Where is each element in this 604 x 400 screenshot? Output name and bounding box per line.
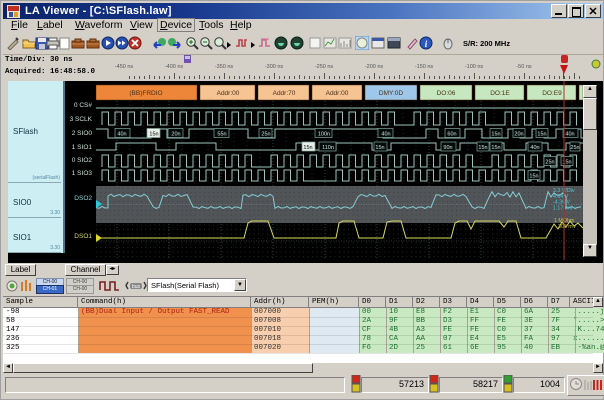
svg-text:15n: 15n — [537, 132, 546, 138]
svg-text:110n: 110n — [322, 145, 334, 151]
svg-text:15n: 15n — [375, 145, 384, 151]
svg-text:20n: 20n — [514, 132, 523, 138]
svg-text:60n: 60n — [447, 132, 456, 138]
svg-text:90n: 90n — [443, 145, 452, 151]
svg-text:55n: 55n — [217, 132, 226, 138]
svg-text:Addr:00: Addr:00 — [326, 90, 349, 97]
svg-text:40n: 40n — [530, 145, 539, 151]
svg-text:306 mV: 306 mV — [558, 224, 577, 230]
svg-text:(BB)FRDIO: (BB)FRDIO — [129, 90, 162, 97]
svg-text:15n: 15n — [478, 145, 487, 151]
svg-text:Addr:70: Addr:70 — [273, 90, 296, 97]
svg-text:40n: 40n — [381, 132, 390, 138]
svg-text:40n: 40n — [565, 132, 574, 138]
svg-text:25n: 25n — [545, 160, 554, 166]
svg-text:DO:1E: DO:1E — [490, 90, 510, 97]
svg-text:1.17 mV: 1.17 mV — [553, 205, 573, 211]
svg-text:15n: 15n — [491, 145, 500, 151]
svg-text:15n: 15n — [149, 132, 158, 138]
svg-text:25n: 25n — [570, 145, 579, 151]
svg-text:20n: 20n — [171, 132, 180, 138]
svg-text:DMY:0D: DMY:0D — [379, 90, 404, 97]
svg-text:DO:E9: DO:E9 — [542, 90, 562, 97]
svg-text:DO:06: DO:06 — [437, 90, 456, 97]
svg-text:100n: 100n — [318, 132, 330, 138]
svg-text:bus: bus — [132, 284, 141, 290]
svg-text:15n: 15n — [529, 174, 538, 180]
svg-text:Addr:00: Addr:00 — [217, 90, 240, 97]
svg-text:25n: 25n — [261, 132, 270, 138]
svg-text:15n: 15n — [303, 145, 312, 151]
svg-text:15n: 15n — [491, 132, 500, 138]
svg-text:40n: 40n — [117, 132, 126, 138]
